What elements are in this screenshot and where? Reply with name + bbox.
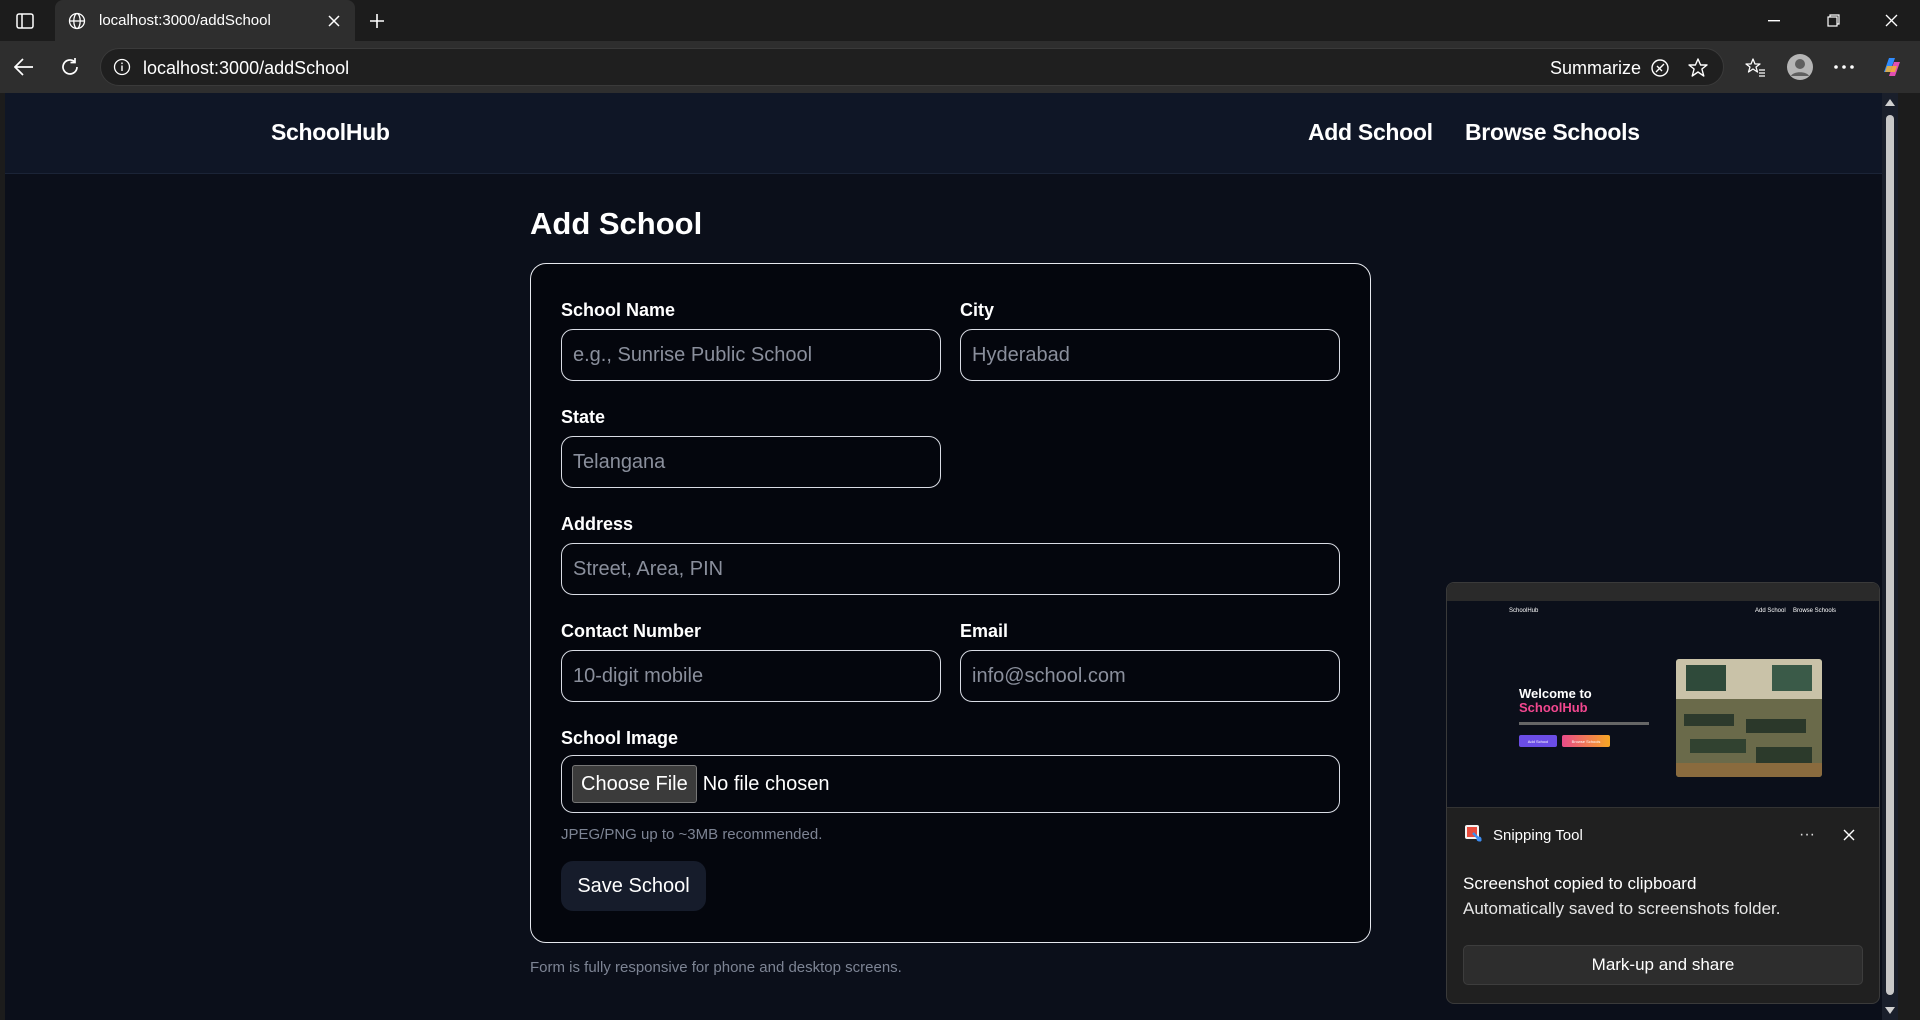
browser-toolbar: localhost:3000/addSchool Summarize [0, 41, 1920, 93]
reload-icon[interactable] [55, 52, 85, 82]
minimize-icon[interactable] [1751, 0, 1797, 41]
preview-headline-line2: SchoolHub [1519, 700, 1588, 715]
school-name-label: School Name [561, 300, 676, 320]
globe-icon [67, 11, 87, 31]
toast-more-icon[interactable]: ··· [1793, 826, 1821, 844]
favorites-icon[interactable] [1741, 53, 1769, 81]
brand-logo[interactable]: SchoolHub [271, 119, 390, 146]
new-tab-icon[interactable] [364, 8, 390, 34]
summarize-button[interactable]: Summarize [1550, 58, 1641, 79]
page-scrollbar[interactable] [1882, 93, 1898, 1020]
school-image-label: School Image [561, 728, 679, 748]
email-label: Email [960, 621, 1009, 641]
close-window-icon[interactable] [1868, 0, 1914, 41]
copilot-icon[interactable] [1878, 53, 1906, 81]
site-info-icon[interactable] [113, 58, 131, 76]
toast-message: Screenshot copied to clipboard [1463, 874, 1697, 893]
city-label: City [960, 300, 995, 320]
preview-classroom-image [1676, 659, 1822, 777]
address-bar[interactable]: localhost:3000/addSchool Summarize [100, 48, 1724, 86]
tab-actions-icon[interactable] [12, 9, 38, 33]
footnote-text: Form is fully responsive for phone and d… [530, 959, 902, 976]
choose-file-button[interactable]: Choose File [572, 765, 697, 803]
preview-nav-add: Add School [1755, 608, 1786, 614]
markup-and-share-button[interactable]: Mark-up and share [1463, 945, 1863, 985]
contact-number-label: Contact Number [561, 621, 702, 641]
tab-title: localhost:3000/addSchool [99, 12, 271, 29]
favorite-star-icon[interactable] [1687, 57, 1709, 79]
address-input[interactable] [561, 543, 1340, 595]
page-title: Add School [530, 206, 703, 241]
state-label: State [561, 407, 606, 427]
site-header: SchoolHub Add School Browse Schools [5, 93, 1898, 174]
preview-browser-chrome [1447, 583, 1879, 601]
state-input[interactable] [561, 436, 941, 488]
more-menu-icon[interactable] [1830, 53, 1858, 81]
school-image-file-input[interactable]: Choose File No file chosen [561, 755, 1340, 813]
toast-app-name: Snipping Tool [1493, 826, 1583, 844]
back-icon[interactable] [9, 52, 39, 82]
toast-header: Snipping Tool ··· [1463, 823, 1863, 847]
preview-subtext-line [1519, 722, 1649, 725]
address-label: Address [561, 514, 634, 534]
browser-tab-active[interactable]: localhost:3000/addSchool [55, 0, 355, 41]
image-hint-text: JPEG/PNG up to ~3MB recommended. [561, 826, 823, 843]
toast-submessage: Automatically saved to screenshots folde… [1463, 899, 1781, 918]
contact-number-input[interactable] [561, 650, 941, 702]
nav-browse-schools[interactable]: Browse Schools [1465, 119, 1640, 146]
preview-headline-line1: Welcome to [1519, 686, 1592, 701]
save-school-button[interactable]: Save School [561, 861, 706, 911]
file-status-text: No file chosen [702, 772, 830, 795]
snipping-tool-notification[interactable]: SchoolHub Add School Browse Schools Welc… [1446, 582, 1880, 1004]
scroll-up-arrow-icon[interactable] [1885, 99, 1895, 106]
screenshot-preview[interactable]: SchoolHub Add School Browse Schools Welc… [1447, 583, 1879, 808]
preview-brand: SchoolHub [1509, 608, 1539, 614]
summarize-icon[interactable] [1649, 57, 1671, 79]
profile-avatar-icon[interactable] [1786, 53, 1814, 81]
browser-tab-strip: localhost:3000/addSchool [0, 0, 1920, 41]
city-input[interactable] [960, 329, 1340, 381]
toast-close-icon[interactable] [1835, 829, 1863, 841]
close-tab-icon[interactable] [323, 10, 345, 32]
email-input[interactable] [960, 650, 1340, 702]
nav-add-school[interactable]: Add School [1308, 119, 1433, 146]
add-school-form: School Name City State Address Contact N… [530, 263, 1371, 943]
preview-add-button: Add School [1519, 735, 1557, 747]
restore-icon[interactable] [1810, 0, 1856, 41]
school-name-input[interactable] [561, 329, 941, 381]
snipping-tool-app-icon [1463, 823, 1483, 848]
url-text[interactable]: localhost:3000/addSchool [143, 58, 349, 79]
scroll-down-arrow-icon[interactable] [1885, 1007, 1895, 1014]
preview-nav-browse: Browse Schools [1793, 608, 1837, 614]
preview-browse-button: Browse Schools [1562, 735, 1610, 747]
scrollbar-thumb[interactable] [1886, 115, 1894, 995]
preview-headline: Welcome to SchoolHub [1519, 687, 1592, 715]
